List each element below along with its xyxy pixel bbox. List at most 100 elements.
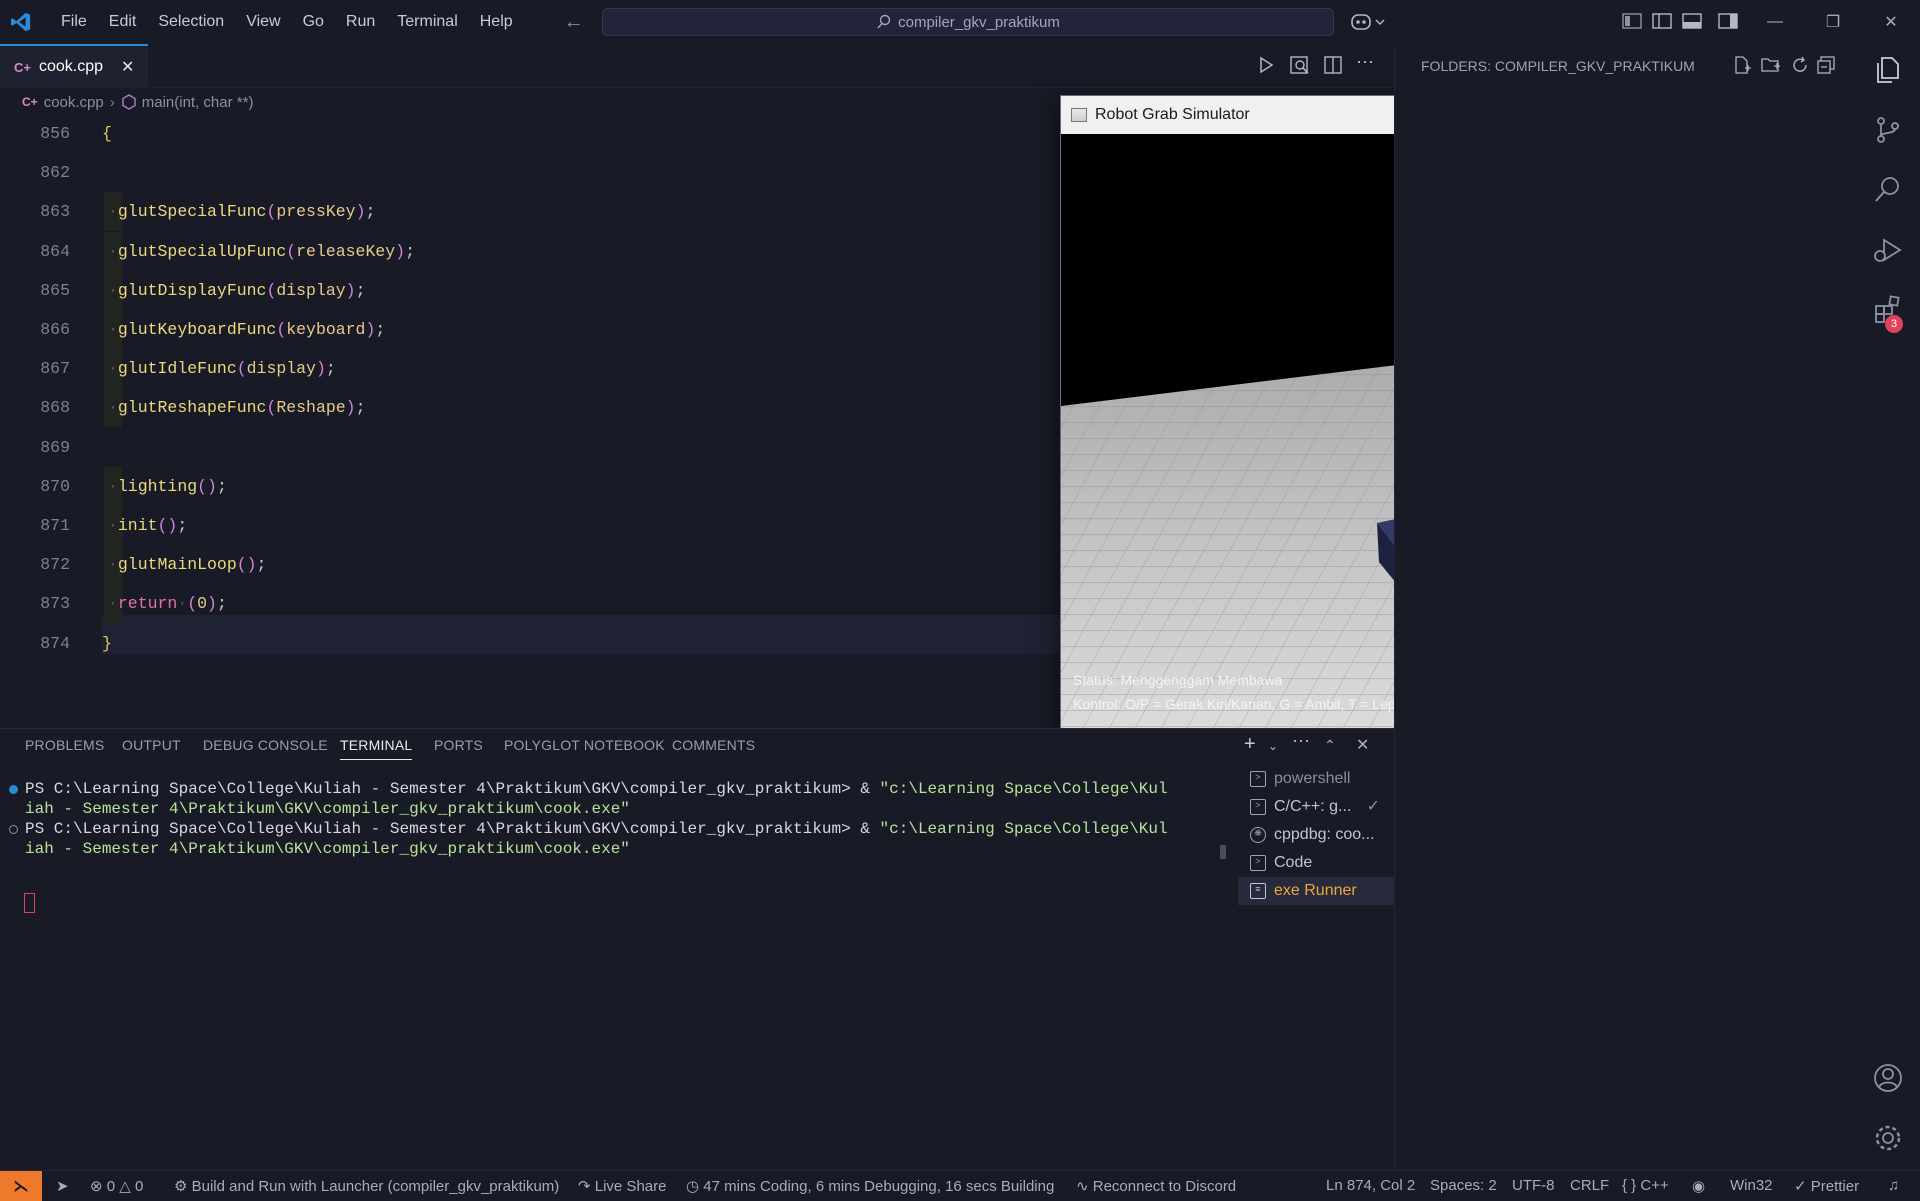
collapse-all-icon[interactable] <box>1817 56 1835 74</box>
line-number: 873 <box>40 594 70 614</box>
remote-indicator-icon[interactable]: ⋋ <box>0 1171 42 1201</box>
menu-help[interactable]: Help <box>469 0 524 44</box>
code-text: ·glutKeyboardFunc(keyboard); <box>108 320 386 339</box>
menu-view[interactable]: View <box>235 0 291 44</box>
toggle-secondary-sidebar-icon[interactable] <box>1718 12 1738 30</box>
discord-status[interactable]: ∿ Reconnect to Discord <box>1076 1177 1236 1195</box>
breadcrumb-symbol[interactable]: main(int, char **) <box>142 94 254 111</box>
terminal-scrollbar[interactable] <box>1220 845 1226 859</box>
explorer-header: FOLDERS: COMPILER_GKV_PRAKTIKUM <box>1421 58 1695 74</box>
prettier-status[interactable]: ✓ Prettier <box>1794 1177 1859 1195</box>
menu-selection[interactable]: Selection <box>147 0 235 44</box>
live-share-button[interactable]: ↷ Live Share <box>578 1177 666 1195</box>
new-folder-icon[interactable] <box>1761 56 1781 74</box>
new-terminal-icon[interactable]: + <box>1244 733 1256 756</box>
code-line[interactable]: 856 { <box>0 114 1062 153</box>
breadcrumb: C+ cook.cpp › main(int, char **) <box>0 88 1060 116</box>
terminal-session-powershell[interactable]: > powershell <box>1238 765 1394 793</box>
close-panel-icon[interactable]: ✕ <box>1356 735 1369 755</box>
rocket-icon[interactable]: ➤ <box>56 1177 69 1195</box>
chevron-down-icon[interactable]: ⌄ <box>1268 739 1278 753</box>
notifications-bell-icon[interactable]: ♫ <box>1888 1177 1899 1194</box>
breadcrumb-file[interactable]: cook.cpp <box>44 94 104 111</box>
code-line[interactable]: 863 ·glutSpecialFunc(pressKey); <box>0 192 1062 232</box>
back-arrow-icon[interactable]: ← <box>556 11 592 34</box>
tab-output[interactable]: OUTPUT <box>122 737 181 753</box>
code-line[interactable]: 865 ·glutDisplayFunc(display); <box>0 270 1062 310</box>
tab-ports[interactable]: PORTS <box>434 737 483 753</box>
tab-problems[interactable]: PROBLEMS <box>25 737 104 753</box>
debug-bug-icon: ❋ <box>1250 827 1266 843</box>
new-file-icon[interactable] <box>1733 56 1751 74</box>
check-icon: ✓ <box>1366 798 1380 815</box>
line-number: 865 <box>40 280 70 300</box>
split-editor-icon[interactable] <box>1324 56 1342 74</box>
toggle-primary-sidebar-icon[interactable] <box>1652 12 1672 30</box>
menu-edit[interactable]: Edit <box>98 0 148 44</box>
code-line[interactable]: 871 ·init(); <box>0 506 1062 545</box>
editor-tab-bar: C+ cook.cpp ✕ <box>0 44 1394 88</box>
account-icon[interactable] <box>1872 1062 1904 1094</box>
launch-status[interactable]: ⚙ Build and Run with Launcher (compiler_… <box>174 1177 559 1195</box>
explorer-icon[interactable] <box>1872 54 1904 86</box>
run-debug-icon[interactable] <box>1872 234 1904 266</box>
more-actions-icon[interactable]: ⋯ <box>1356 52 1374 73</box>
code-line[interactable]: 872 ·glutMainLoop(); <box>0 545 1062 585</box>
customize-layout-icon[interactable] <box>1622 12 1642 30</box>
refresh-icon[interactable] <box>1791 56 1809 74</box>
settings-gear-icon[interactable] <box>1872 1122 1904 1154</box>
terminal-session-code[interactable]: > Code <box>1238 849 1394 877</box>
minimize-window-icon[interactable]: — <box>1752 0 1798 44</box>
command-center-search[interactable]: compiler_gkv_praktikum <box>602 8 1334 36</box>
terminal-session-cpp[interactable]: > C/C++: g... ✓ <box>1238 793 1394 821</box>
indentation[interactable]: Spaces: 2 <box>1430 1177 1497 1194</box>
line-number: 856 <box>40 124 70 143</box>
code-text: ·return·(0); <box>108 594 227 614</box>
line-ending[interactable]: CRLF <box>1570 1177 1609 1194</box>
code-line[interactable]: 869 <box>0 428 1062 467</box>
problems-status[interactable]: ⊗ 0 △ 0 <box>90 1177 143 1195</box>
menu-terminal[interactable]: Terminal <box>386 0 468 44</box>
maximize-panel-icon[interactable]: ⌃ <box>1324 737 1336 754</box>
restore-window-icon[interactable]: ❐ <box>1810 0 1856 44</box>
menu-run[interactable]: Run <box>335 0 386 44</box>
toggle-panel-icon[interactable] <box>1682 12 1702 30</box>
more-actions-icon[interactable]: ⋯ <box>1292 731 1310 752</box>
menu-go[interactable]: Go <box>292 0 335 44</box>
source-control-icon[interactable] <box>1872 114 1904 146</box>
copilot-status-icon[interactable]: ◉ <box>1692 1177 1705 1195</box>
line-number: 869 <box>40 437 70 457</box>
code-line[interactable]: 874} <box>0 624 1062 663</box>
open-preview-icon[interactable] <box>1290 56 1310 74</box>
tab-polyglot-notebook[interactable]: POLYGLOT NOTEBOOK <box>504 737 665 753</box>
code-editor[interactable]: 856 {862 863 ·glutSpecialFunc(pressKey); 864… <box>0 114 1062 654</box>
code-line[interactable]: 866 ·glutKeyboardFunc(keyboard); <box>0 310 1062 349</box>
tab-comments[interactable]: COMMENTS <box>672 737 755 753</box>
cursor-position[interactable]: Ln 874, Col 2 <box>1326 1177 1415 1194</box>
code-line[interactable]: 873 ·return·(0); <box>0 584 1062 624</box>
code-line[interactable]: 862 <box>0 153 1062 192</box>
code-line[interactable]: 868 ·glutReshapeFunc(Reshape); <box>0 388 1062 428</box>
code-line[interactable]: 870 ·lighting(); <box>0 466 1062 506</box>
app-window-icon <box>1071 108 1087 122</box>
copilot-icon[interactable] <box>1350 12 1386 32</box>
command-pending-dot <box>9 825 18 834</box>
code-line[interactable]: 867 ·glutIdleFunc(display); <box>0 349 1062 389</box>
tab-debug-console[interactable]: DEBUG CONSOLE <box>203 737 328 753</box>
tab-cook-cpp[interactable]: C+ cook.cpp ✕ <box>0 44 148 88</box>
menu-file[interactable]: File <box>50 0 98 44</box>
platform[interactable]: Win32 <box>1730 1177 1773 1194</box>
language-mode[interactable]: { } C++ <box>1622 1177 1669 1194</box>
terminal-session-exe-runner[interactable]: ≡ exe Runner <box>1238 877 1394 905</box>
close-tab-icon[interactable]: ✕ <box>121 57 134 77</box>
tab-terminal[interactable]: TERMINAL <box>340 737 413 760</box>
terminal-session-list: > powershell > C/C++: g... ✓ ❋ cppdbg: coo..… <box>1238 765 1394 905</box>
search-icon <box>877 14 891 29</box>
run-file-icon[interactable] <box>1258 56 1274 74</box>
close-window-icon[interactable]: ✕ <box>1868 0 1914 44</box>
code-line[interactable]: 864 ·glutSpecialUpFunc(releaseKey); <box>0 231 1062 271</box>
encoding[interactable]: UTF-8 <box>1512 1177 1555 1194</box>
wakatime-status[interactable]: ◷ 47 mins Coding, 6 mins Debugging, 16 s… <box>686 1177 1054 1195</box>
terminal-session-cppdbg[interactable]: ❋ cppdbg: coo... <box>1238 821 1394 849</box>
search-sidebar-icon[interactable] <box>1872 174 1904 206</box>
